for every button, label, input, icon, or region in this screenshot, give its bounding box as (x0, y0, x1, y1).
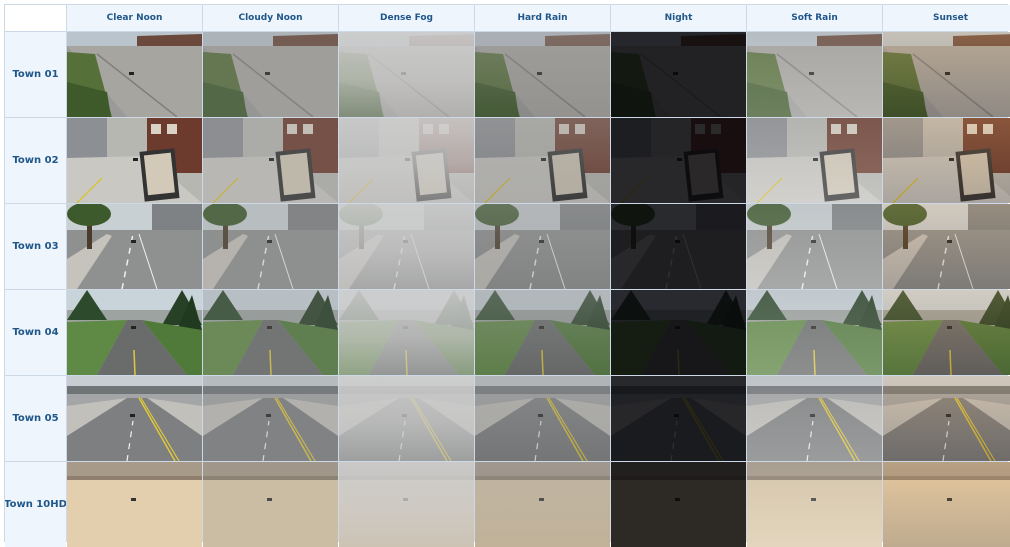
scene-image-town-10hd-cloudy-noon (203, 462, 338, 547)
scene-image-town-03-cloudy-noon (203, 204, 338, 289)
scene-image-town-02-cloudy-noon (203, 118, 338, 203)
col-header-clear-noon: Clear Noon (67, 5, 202, 31)
scene-image-town-03-hard-rain (475, 204, 610, 289)
scene-image-town-03-sunset (883, 204, 1010, 289)
row-header-town-05: Town 05 (5, 376, 66, 461)
scene-image-town-02-hard-rain (475, 118, 610, 203)
scene-image-town-04-clear-noon (67, 290, 202, 375)
scene-image-town-02-night (611, 118, 746, 203)
scene-image-town-01-cloudy-noon (203, 32, 338, 117)
scene-image-town-10hd-sunset (883, 462, 1010, 547)
weather-town-grid: Clear Noon Cloudy Noon Dense Fog Hard Ra… (4, 4, 1010, 547)
col-header-soft-rain: Soft Rain (747, 5, 882, 31)
scene-image-town-02-clear-noon (67, 118, 202, 203)
scene-image-town-02-dense-fog (339, 118, 474, 203)
corner-cell (5, 5, 66, 31)
scene-image-town-04-hard-rain (475, 290, 610, 375)
scene-image-town-05-sunset (883, 376, 1010, 461)
scene-image-town-04-cloudy-noon (203, 290, 338, 375)
scene-image-town-02-sunset (883, 118, 1010, 203)
scene-image-town-05-dense-fog (339, 376, 474, 461)
scene-image-town-05-hard-rain (475, 376, 610, 461)
row-header-town-02: Town 02 (5, 118, 66, 203)
scene-image-town-05-cloudy-noon (203, 376, 338, 461)
scene-image-town-02-soft-rain (747, 118, 882, 203)
col-header-hard-rain: Hard Rain (475, 5, 610, 31)
scene-image-town-03-night (611, 204, 746, 289)
scene-image-town-10hd-night (611, 462, 746, 547)
row-header-town-10hd: Town 10HD (5, 462, 66, 547)
scene-image-town-01-night (611, 32, 746, 117)
scene-image-town-04-night (611, 290, 746, 375)
col-header-dense-fog: Dense Fog (339, 5, 474, 31)
scene-image-town-04-soft-rain (747, 290, 882, 375)
row-header-town-01: Town 01 (5, 32, 66, 117)
scene-image-town-10hd-hard-rain (475, 462, 610, 547)
row-header-town-03: Town 03 (5, 204, 66, 289)
scene-image-town-05-night (611, 376, 746, 461)
row-header-town-04: Town 04 (5, 290, 66, 375)
scene-image-town-04-sunset (883, 290, 1010, 375)
scene-image-town-10hd-clear-noon (67, 462, 202, 547)
scene-image-town-04-dense-fog (339, 290, 474, 375)
scene-image-town-03-soft-rain (747, 204, 882, 289)
scene-image-town-01-soft-rain (747, 32, 882, 117)
scene-image-town-03-dense-fog (339, 204, 474, 289)
scene-image-town-01-dense-fog (339, 32, 474, 117)
scene-image-town-05-clear-noon (67, 376, 202, 461)
scene-image-town-10hd-dense-fog (339, 462, 474, 547)
scene-image-town-01-sunset (883, 32, 1010, 117)
scene-image-town-01-hard-rain (475, 32, 610, 117)
scene-image-town-01-clear-noon (67, 32, 202, 117)
scene-image-town-10hd-soft-rain (747, 462, 882, 547)
col-header-night: Night (611, 5, 746, 31)
col-header-cloudy-noon: Cloudy Noon (203, 5, 338, 31)
scene-image-town-03-clear-noon (67, 204, 202, 289)
scene-image-town-05-soft-rain (747, 376, 882, 461)
col-header-sunset: Sunset (883, 5, 1010, 31)
